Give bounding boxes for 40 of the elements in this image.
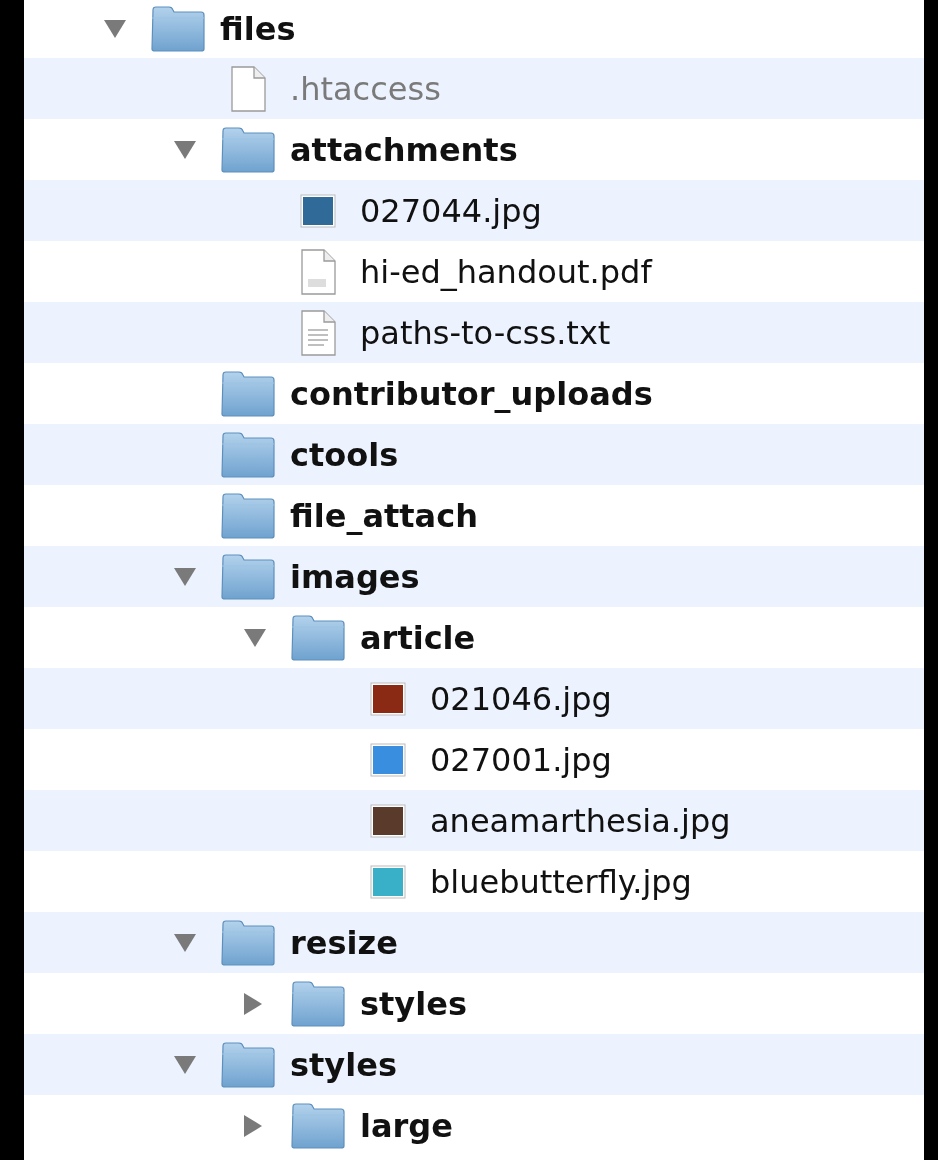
folder-icon — [221, 492, 275, 539]
folder-name[interactable]: ctools — [290, 435, 399, 474]
document-icon — [300, 309, 336, 356]
disclosure-triangle-icon[interactable] — [174, 567, 196, 586]
folder-name[interactable]: file_attach — [290, 496, 478, 535]
folder-icon — [291, 980, 345, 1027]
document-icon — [300, 248, 336, 295]
folder-icon — [221, 431, 275, 478]
folder-name[interactable]: contributor_uploads — [290, 374, 653, 413]
document-icon — [230, 65, 266, 112]
folder-name[interactable]: large — [360, 1106, 453, 1145]
folder-name[interactable]: attachments — [290, 130, 518, 169]
folder-icon — [221, 553, 275, 600]
file-name[interactable]: hi-ed_handout.pdf — [360, 252, 652, 291]
disclosure-triangle-icon[interactable] — [244, 1114, 262, 1137]
file-name[interactable]: paths-to-css.txt — [360, 313, 611, 352]
file-name[interactable]: 021046.jpg — [430, 679, 612, 718]
folder-name[interactable]: article — [360, 618, 476, 657]
folder-name[interactable]: styles — [360, 984, 467, 1023]
folder-icon — [151, 6, 205, 52]
file-name[interactable]: .htaccess — [290, 69, 441, 108]
folder-icon — [221, 919, 275, 966]
file-name[interactable]: 027001.jpg — [430, 740, 612, 779]
disclosure-triangle-icon[interactable] — [174, 933, 196, 952]
folder-name[interactable]: styles — [290, 1045, 397, 1084]
disclosure-triangle-icon[interactable] — [174, 1055, 196, 1074]
disclosure-triangle-icon[interactable] — [174, 140, 196, 159]
folder-icon — [221, 126, 275, 173]
folder-icon — [291, 614, 345, 661]
folder-name[interactable]: resize — [290, 923, 398, 962]
folder-icon — [221, 1041, 275, 1088]
disclosure-triangle-icon[interactable] — [104, 20, 126, 38]
disclosure-triangle-icon[interactable] — [244, 992, 262, 1015]
folder-name[interactable]: files — [220, 10, 296, 48]
file-name[interactable]: 027044.jpg — [360, 191, 542, 230]
folder-icon — [221, 370, 275, 417]
folder-name[interactable]: images — [290, 557, 420, 596]
folder-icon — [291, 1102, 345, 1149]
disclosure-triangle-icon[interactable] — [244, 628, 266, 647]
file-name[interactable]: bluebutterfly.jpg — [430, 862, 692, 901]
